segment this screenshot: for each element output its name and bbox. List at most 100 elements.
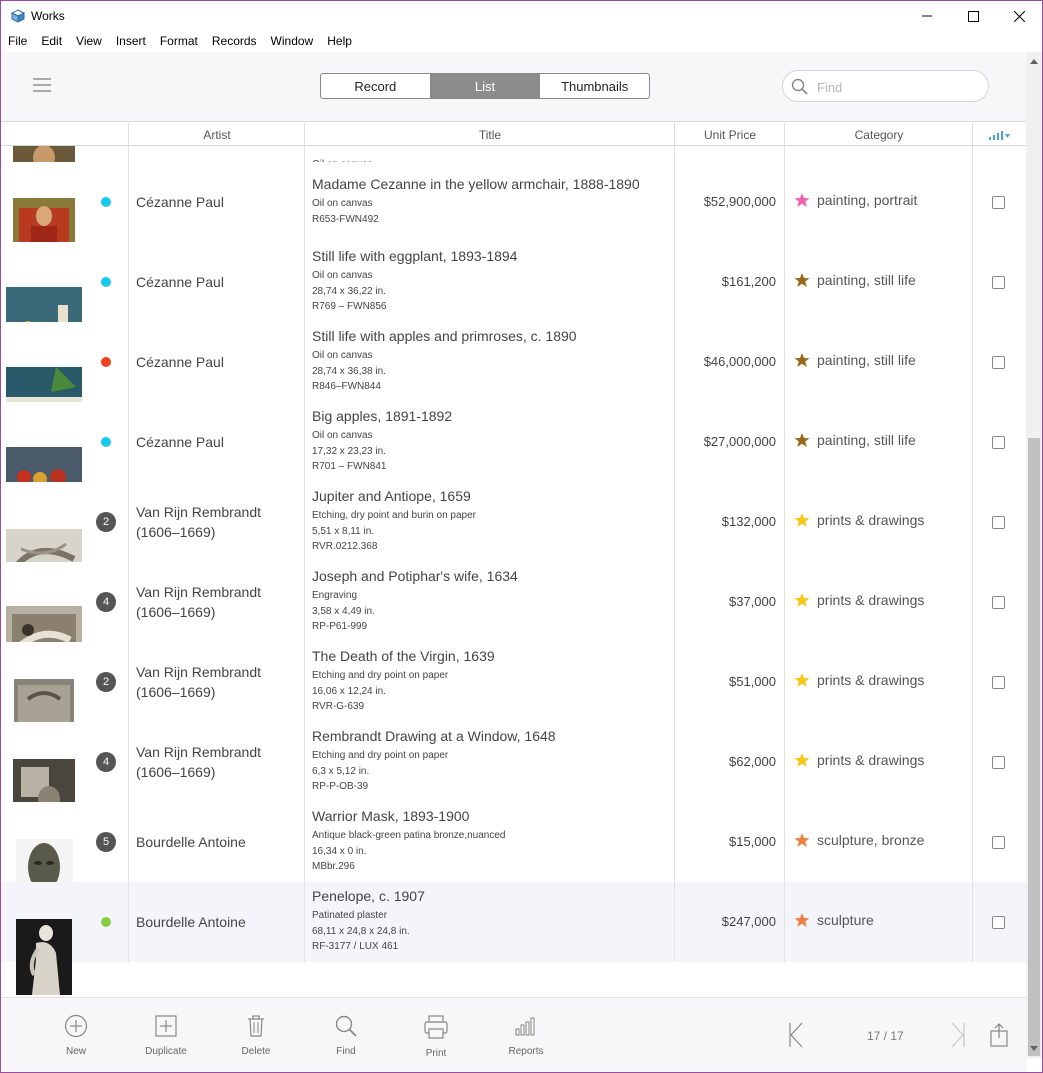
minimize-button[interactable] [904,1,950,31]
title-detail: MBbr.296 [312,861,355,872]
row-checkbox[interactable] [992,836,1005,849]
top-toolbar: Record List Thumbnails [1,52,1026,122]
menu-edit[interactable]: Edit [34,31,69,51]
menu-insert[interactable]: Insert [109,31,153,51]
column-divider [128,242,129,322]
column-header-title[interactable]: Title [304,123,675,146]
scrollbar-thumb[interactable] [1028,438,1040,1056]
hamburger-menu-icon[interactable] [33,78,51,92]
row-checkbox[interactable] [992,756,1005,769]
title-detail: Oil on canvas [312,198,373,209]
table-row[interactable]: Cézanne PaulOil on canvasR580-FWN475$20,… [1,146,1026,196]
view-switcher: Record List Thumbnails [320,73,650,99]
status-dot [101,917,111,927]
table-row[interactable]: Cézanne Paul Still life with apples and p… [1,322,1026,427]
delete-button[interactable]: Delete [221,1014,291,1057]
trash-icon [248,1015,264,1037]
title-detail: 16,06 x 12,24 in. [312,685,386,697]
view-thumbnails-button[interactable]: Thumbnails [540,74,649,98]
column-header-category[interactable]: Category [784,123,973,146]
view-list-button[interactable]: List [430,74,541,98]
column-divider [128,146,129,162]
scroll-down-icon[interactable] [1030,1046,1038,1052]
reports-button[interactable]: Reports [491,1014,561,1057]
menu-file[interactable]: File [1,31,34,51]
category-cell: sculpture [817,912,874,928]
close-button[interactable] [996,1,1042,31]
column-header-price[interactable]: Unit Price [674,123,785,146]
column-divider [674,562,675,642]
row-checkbox[interactable] [992,596,1005,609]
menu-help[interactable]: Help [320,31,359,51]
search-input[interactable] [817,78,977,96]
category-cell: prints & drawings [817,512,925,528]
row-checkbox[interactable] [992,676,1005,689]
scroll-up-icon[interactable] [1030,58,1038,64]
menu-records[interactable]: Records [205,31,264,51]
table-row[interactable]: 2 Van Rijn Rembrandt (1606–1669) Jupiter a… [1,482,1026,583]
column-options-button[interactable] [972,123,1026,146]
column-divider [304,322,305,402]
category-cell: painting, still life [817,272,916,288]
artist-cell: Cézanne Paul [136,274,224,290]
count-badge: 4 [96,752,116,772]
title-detail: RP-P61-999 [312,621,368,632]
price-cell: $132,000 [721,514,776,529]
price-cell: $37,000 [729,594,776,609]
duplicate-icon [155,1015,177,1037]
price-cell: $46,000,000 [703,354,776,369]
maximize-button[interactable] [950,1,996,31]
menu-bar: File Edit View Insert Format Records Win… [1,31,1042,51]
title-detail: 28,74 x 36,22 in. [312,285,386,297]
first-record-button[interactable] [787,1022,805,1048]
table-row[interactable]: Bourdelle Antoine Penelope, c. 1907 Patina… [1,882,1026,995]
column-divider [128,722,129,802]
column-divider [128,162,129,242]
find-button[interactable]: Find [311,1014,381,1057]
artist-cell: Bourdelle Antoine [136,834,246,850]
title-cell: Still life with apples and primroses, c.… [312,328,577,344]
count-badge: 4 [96,592,116,612]
new-button[interactable]: New [41,1014,111,1057]
view-record-button[interactable]: Record [321,74,431,98]
last-record-button[interactable] [949,1022,967,1048]
row-checkbox[interactable] [992,356,1005,369]
table-row[interactable]: 2 Van Rijn Rembrandt (1606–1669) The Death… [1,642,1026,755]
artwork-thumbnail[interactable] [16,919,72,995]
table-row[interactable]: Cézanne Paul Still life with eggplant, 18… [1,242,1026,347]
table-row[interactable]: 5 Bourdelle Antoine Warrior Mask, 1893-190… [1,802,1026,915]
column-divider [128,562,129,642]
table-row[interactable]: Cézanne Paul Big apples, 1891-1892 Oil on … [1,402,1026,505]
vertical-scrollbar[interactable] [1026,52,1042,1058]
column-divider [304,642,305,722]
column-header-artist[interactable]: Artist [128,123,305,146]
category-star-icon [794,193,810,207]
title-cell: The Death of the Virgin, 1639 [312,648,495,664]
column-divider [674,402,675,482]
column-divider [972,562,973,642]
column-divider [128,802,129,882]
price-cell: $52,900,000 [703,194,776,209]
menu-window[interactable]: Window [264,31,321,51]
table-row[interactable]: 4 Van Rijn Rembrandt (1606–1669) Rembrandt… [1,722,1026,835]
menu-format[interactable]: Format [153,31,205,51]
table-row[interactable]: Cézanne Paul Madame Cezanne in the yellow… [1,162,1026,274]
row-checkbox[interactable] [992,276,1005,289]
search-icon [791,78,808,95]
category-star-icon [794,913,810,927]
table-row[interactable]: 4 Van Rijn Rembrandt (1606–1669) Joseph an… [1,562,1026,668]
artist-cell: Van Rijn Rembrandt (1606–1669) [136,584,262,620]
row-checkbox[interactable] [992,916,1005,929]
artist-cell: Bourdelle Antoine [136,914,246,930]
plus-circle-icon [64,1014,88,1038]
row-checkbox[interactable] [992,516,1005,529]
artist-cell: Cézanne Paul [136,354,224,370]
share-icon[interactable] [989,1022,1009,1048]
menu-view[interactable]: View [69,31,109,51]
category-cell: painting, portrait [817,192,918,208]
title-detail: 5,51 x 8,11 in. [312,525,375,537]
print-button[interactable]: Print [401,1014,471,1059]
row-checkbox[interactable] [992,436,1005,449]
row-checkbox[interactable] [992,196,1005,209]
duplicate-button[interactable]: Duplicate [131,1014,201,1057]
